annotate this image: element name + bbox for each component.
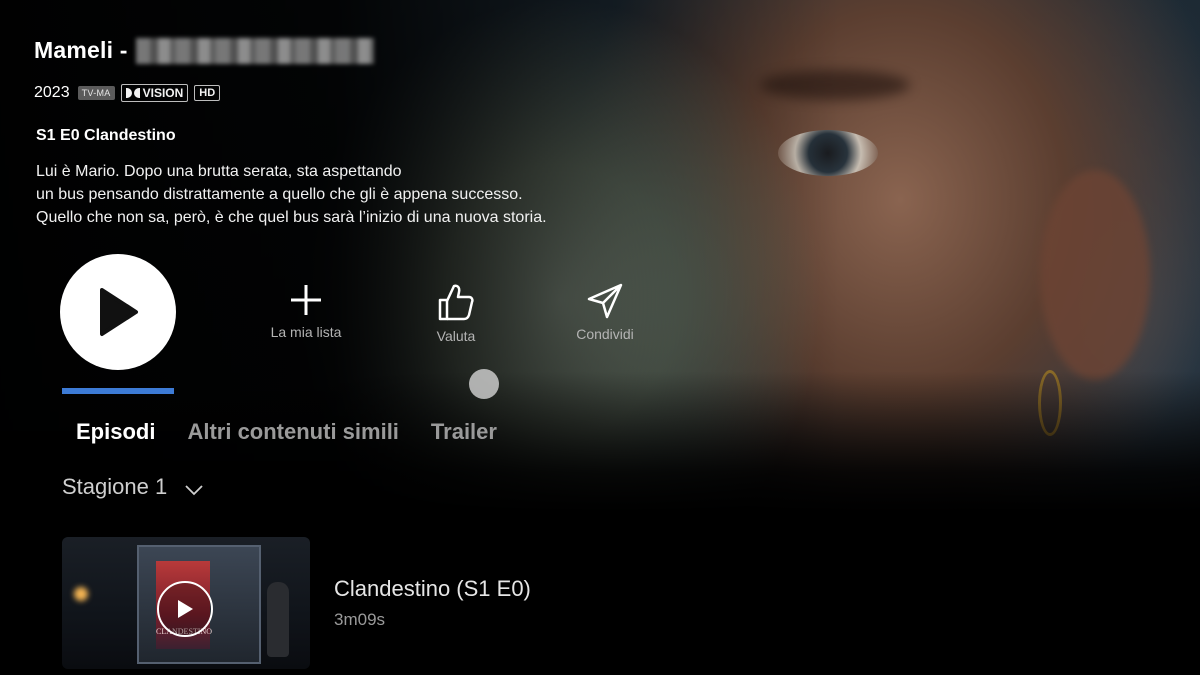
share-label: Condividi [576,326,634,342]
play-button[interactable] [60,254,176,370]
episode-list-item[interactable]: CLANDESTINO Clandestino (S1 E0) 3m09s [62,537,762,669]
episode-synopsis: Lui è Mario. Dopo una brutta serata, sta… [36,160,676,229]
season-selector[interactable]: Stagione 1 [62,474,203,500]
show-title: Mameli - [34,37,128,63]
chevron-down-icon [185,485,203,496]
meta-row: 2023 TV-MA VISION HD [34,84,221,102]
synopsis-line: Lui è Mario. Dopo una brutta serata, sta… [36,163,402,180]
episode-heading: S1 E0 Clandestino [36,127,176,144]
tab-episodes[interactable]: Episodi [76,419,155,445]
dolby-logo-icon [125,88,140,98]
tab-trailer[interactable]: Trailer [431,419,497,445]
redacted-title-text [135,37,374,64]
synopsis-line: Quello che non sa, però, è che quel bus … [36,209,547,226]
episode-title: Clandestino (S1 E0) [334,576,531,601]
show-detail-screen: Mameli - 2023 TV-MA VISION HD S1 E0 Clan… [0,0,1200,675]
episode-thumbnail: CLANDESTINO [62,537,310,669]
remote-pointer-dot [469,369,499,399]
season-label: Stagione 1 [62,474,168,499]
play-icon [100,288,138,336]
send-icon [587,283,623,319]
episode-duration: 3m09s [334,610,386,629]
rate-button[interactable]: Valuta [410,282,502,344]
content-tabs: Episodi Altri contenuti simili Trailer [76,419,529,445]
rate-label: Valuta [436,328,476,344]
my-list-button[interactable]: La mia lista [260,282,352,340]
release-year: 2023 [34,84,70,101]
title-row: Mameli - [34,37,374,64]
maturity-rating-badge: TV-MA [77,86,115,100]
synopsis-line: un bus pensando distrattamente a quello … [36,186,523,203]
dolby-vision-badge: VISION [120,84,189,102]
plus-icon [291,285,321,315]
share-button[interactable]: Condividi [560,282,650,342]
episode-info: Clandestino (S1 E0) 3m09s [334,576,531,630]
dolby-vision-label: VISION [142,86,184,100]
tab-more-like-this[interactable]: Altri contenuti simili [187,419,398,445]
thumbnail-play-icon [157,581,213,637]
focus-indicator [62,388,174,394]
my-list-label: La mia lista [270,324,342,340]
thumbs-up-icon [438,284,474,321]
hd-badge: HD [194,85,221,101]
